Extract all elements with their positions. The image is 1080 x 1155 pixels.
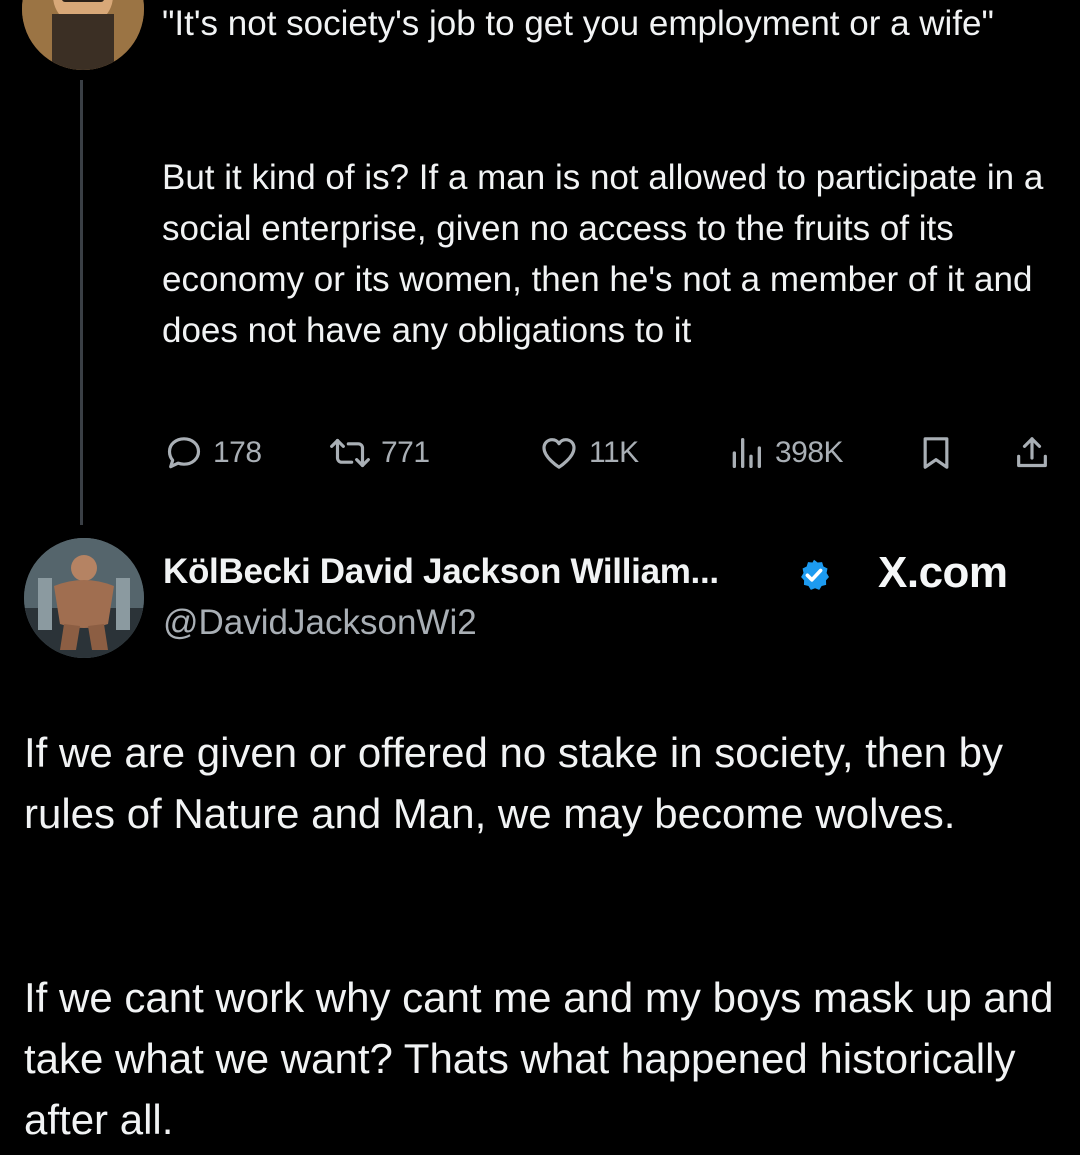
reply-author-handle[interactable]: @DavidJacksonWi2 [163,603,477,643]
speech-bubble-icon [164,433,204,473]
parent-author-avatar[interactable] [22,0,144,70]
heart-icon [538,433,580,473]
reply-author-display-name[interactable]: KölBecki David Jackson William... [163,552,719,592]
repost-count: 771 [381,436,430,469]
like-count: 11K [589,436,639,469]
bookmark-icon [916,433,956,473]
share-upload-icon [1012,433,1052,473]
verified-badge-icon [796,557,832,593]
reply-count: 178 [213,436,262,469]
reply-button[interactable]: 178 [164,428,262,478]
like-button[interactable]: 11K [538,428,639,478]
parent-tweet-quote: "It's not society's job to get you emplo… [162,4,994,43]
thread-connector-line [80,80,83,525]
reply-tweet-paragraph-2: If we cant work why cant me and my boys … [24,974,1066,1143]
bar-chart-icon [726,433,766,473]
reply-author-avatar[interactable] [24,538,144,658]
bookmark-button[interactable] [916,428,956,478]
views-button[interactable]: 398K [726,428,844,478]
tweet-action-bar: 178 771 11K 398K [160,428,1060,478]
reply-tweet-paragraph-1: If we are given or offered no stake in s… [24,729,1015,837]
share-button[interactable] [1012,428,1052,478]
source-watermark: X.com [878,548,1008,597]
repost-arrows-icon [328,433,372,473]
parent-tweet-body: But it kind of is? If a man is not allow… [162,158,1054,350]
views-count: 398K [775,436,844,469]
repost-button[interactable]: 771 [328,428,430,478]
